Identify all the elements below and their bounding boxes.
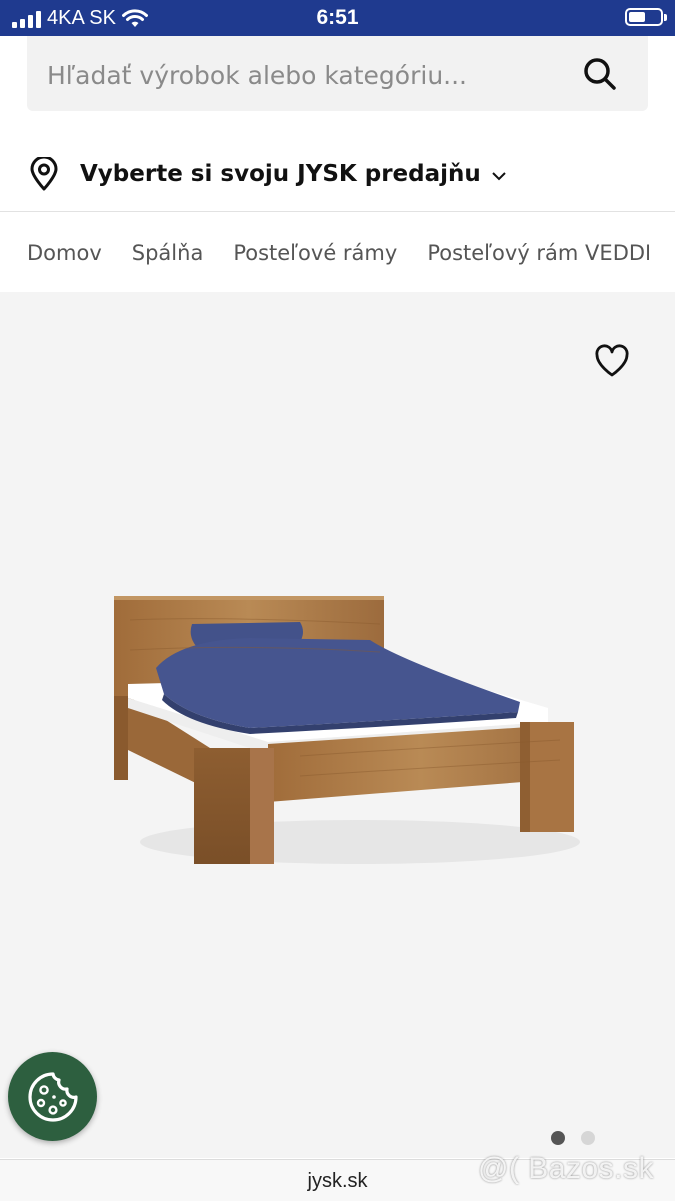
search-bar[interactable] [27,36,648,111]
heart-icon[interactable] [594,344,630,378]
chevron-down-icon [492,172,506,181]
map-pin-icon [30,157,58,191]
store-selector[interactable]: Vyberte si svoju JYSK predajňu [28,152,507,196]
breadcrumb: Domov Spálňa Posteľové rámy Posteľový rá… [27,236,649,270]
carousel-dots [551,1131,595,1145]
cookie-settings-button[interactable] [8,1052,97,1141]
divider [0,211,675,212]
store-selector-label: Vyberte si svoju JYSK predajňu [80,161,481,187]
breadcrumb-item-bed-frames[interactable]: Posteľové rámy [233,241,397,265]
breadcrumb-item-bedroom[interactable]: Spálňa [132,241,204,265]
search-input[interactable] [45,58,569,92]
carousel-dot[interactable] [581,1131,595,1145]
watermark: @( Bazos.sk [478,1152,654,1185]
status-time: 6:51 [316,6,359,29]
product-image [114,596,580,864]
carousel-dot-active[interactable] [551,1131,565,1145]
search-icon[interactable] [582,56,618,92]
cookie-icon [28,1072,78,1122]
status-bar: 4KA SK 6:51 [0,0,675,36]
battery-icon [625,8,667,26]
breadcrumb-item-current: Posteľový rám VEDDE [427,241,649,265]
breadcrumb-item-home[interactable]: Domov [27,241,102,265]
